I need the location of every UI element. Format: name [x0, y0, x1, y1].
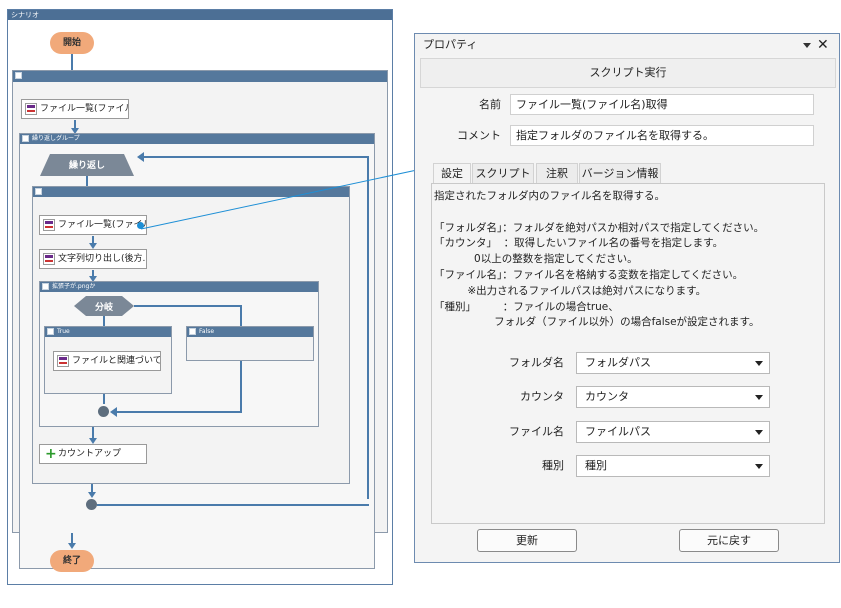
file-name-select[interactable]: ファイルパス: [576, 421, 770, 443]
update-button[interactable]: 更新: [477, 529, 577, 552]
description-line: 指定されたフォルダ内のファイル名を取得する。: [434, 190, 665, 202]
tab-version[interactable]: バージョン情報: [579, 163, 661, 183]
description-line: フォルダ（ファイル以外）の場合falseが設定されます。: [434, 316, 760, 329]
properties-header: スクリプト実行: [420, 58, 836, 88]
revert-button[interactable]: 元に戻す: [679, 529, 779, 552]
comment-field[interactable]: 指定フォルダのファイル名を取得する。: [510, 125, 814, 146]
description-line: 0以上の整数を指定してください。: [434, 253, 638, 266]
chevron-down-icon: [755, 395, 763, 400]
description-line: ※出力されるファイルパスは絶対パスになります。: [434, 284, 707, 297]
description-line: 「ファイル名」：ファイル名を格納する変数を指定してください。: [434, 268, 744, 281]
type-label: 種別: [542, 459, 564, 472]
name-field[interactable]: ファイル一覧(ファイル名)取得: [510, 94, 814, 115]
folder-name-label: フォルダ名: [509, 356, 564, 369]
chevron-down-icon: [755, 464, 763, 469]
properties-panel: プロパティ ✕ スクリプト実行 名前 ファイル一覧(ファイル名)取得 コメント …: [414, 33, 840, 563]
description-line: 「種別」 ：ファイルの場合true、: [434, 300, 619, 313]
tab-script[interactable]: スクリプト: [472, 163, 534, 183]
type-select[interactable]: 種別: [576, 455, 770, 477]
settings-content: 指定されたフォルダ内のファイル名を取得する。 「フォルダ名」：フォルダを絶対パス…: [431, 183, 825, 524]
close-icon[interactable]: ✕: [817, 37, 829, 53]
counter-label: カウンタ: [520, 390, 564, 403]
properties-title: プロパティ: [415, 34, 839, 56]
tab-notes[interactable]: 注釈: [536, 163, 578, 183]
chevron-down-icon: [755, 430, 763, 435]
description-line: 「カウンタ」 ：取得したいファイル名の番号を指定します。: [434, 237, 724, 250]
file-name-label: ファイル名: [509, 425, 564, 438]
description-line: 「フォルダ名」：フォルダを絶対パスか相対パスで指定してください。: [434, 221, 765, 234]
name-label: 名前: [479, 98, 501, 111]
tab-settings[interactable]: 設定: [433, 163, 471, 183]
counter-select[interactable]: カウンタ: [576, 386, 770, 408]
description-text: 指定されたフォルダ内のファイル名を取得する。 「フォルダ名」：フォルダを絶対パス…: [434, 189, 764, 331]
folder-name-select[interactable]: フォルダパス: [576, 352, 770, 374]
comment-label: コメント: [457, 129, 501, 142]
description-line: [434, 205, 764, 221]
chevron-down-icon: [755, 361, 763, 366]
pin-dropdown-icon[interactable]: [803, 43, 811, 48]
